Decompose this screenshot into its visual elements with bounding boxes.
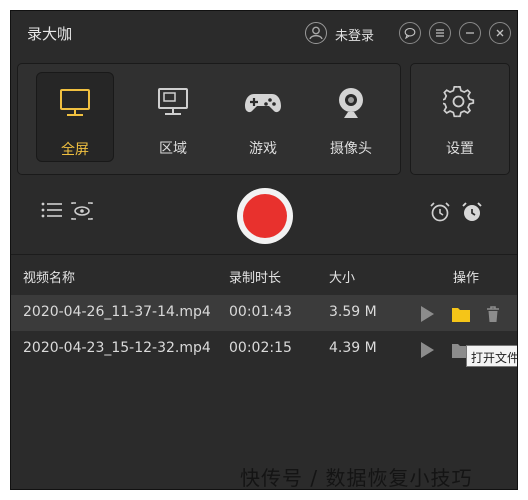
divider: [11, 254, 517, 255]
record-button[interactable]: [237, 188, 293, 244]
minimize-icon: [466, 32, 474, 34]
login-status[interactable]: 未登录: [335, 25, 374, 44]
video-duration: 00:01:43: [229, 304, 292, 320]
menu-button[interactable]: [429, 22, 451, 44]
video-duration: 00:02:15: [229, 340, 292, 356]
column-header-size: 大小: [329, 271, 356, 286]
mode-label: 摄像头: [330, 141, 372, 157]
feedback-button[interactable]: [399, 22, 421, 44]
record-dot-icon: [243, 194, 287, 238]
table-row[interactable]: 2020-04-26_11-37-14.mp4 00:01:43 3.59 M: [11, 295, 517, 331]
mode-fullscreen[interactable]: 全屏: [36, 72, 114, 162]
title-bar: 录大咖 未登录: [11, 11, 517, 55]
app-window: 录大咖 未登录 全屏 区域 游戏 摄像头 设置 视频名称 录制时长 大小 操作 …: [10, 10, 518, 490]
video-size: 3.59 M: [329, 304, 377, 320]
gamepad-icon: [245, 94, 281, 113]
mode-webcam[interactable]: 摄像头: [312, 72, 390, 162]
mode-game[interactable]: 游戏: [224, 72, 302, 162]
table-row[interactable]: 2020-04-23_15-12-32.mp4 00:02:15 4.39 M: [11, 331, 517, 367]
column-header-duration: 录制时长: [229, 271, 282, 286]
close-button[interactable]: [489, 22, 511, 44]
folder-icon[interactable]: [451, 305, 471, 323]
mode-label: 游戏: [249, 141, 277, 157]
gear-icon: [443, 86, 475, 118]
alarm-clock-filled-icon[interactable]: [461, 201, 483, 223]
menu-icon: [436, 29, 444, 37]
tooltip-open-folder: 打开文件夹: [466, 345, 517, 367]
mode-label: 全屏: [61, 142, 89, 158]
settings-button[interactable]: 设置: [421, 72, 499, 162]
video-name: 2020-04-26_11-37-14.mp4: [23, 304, 211, 320]
play-icon[interactable]: [419, 305, 435, 323]
play-icon[interactable]: [419, 341, 435, 359]
watermark: 快传号 / 数据恢复小技巧: [240, 466, 473, 490]
close-icon: [496, 29, 504, 37]
minimize-button[interactable]: [459, 22, 481, 44]
app-title: 录大咖: [27, 25, 73, 43]
chat-bubble-icon: [404, 27, 416, 39]
delete-trash-icon[interactable]: [485, 305, 501, 323]
region-monitor-icon: [158, 88, 188, 115]
column-header-name: 视频名称: [23, 271, 76, 286]
webcam-icon: [339, 88, 363, 118]
mode-region[interactable]: 区域: [134, 72, 212, 162]
video-size: 4.39 M: [329, 340, 377, 356]
video-name: 2020-04-23_15-12-32.mp4: [23, 340, 211, 356]
user-avatar-icon[interactable]: [305, 22, 327, 44]
mode-label: 区域: [159, 141, 187, 157]
list-icon[interactable]: [41, 201, 63, 219]
preview-eye-icon[interactable]: [71, 202, 93, 220]
monitor-icon: [60, 89, 90, 116]
alarm-clock-outline-icon[interactable]: [429, 201, 451, 223]
capture-mode-panel: 全屏 区域 游戏 摄像头: [17, 63, 401, 175]
settings-label: 设置: [446, 141, 474, 157]
settings-panel: 设置: [410, 63, 510, 175]
column-header-actions: 操作: [453, 271, 480, 286]
